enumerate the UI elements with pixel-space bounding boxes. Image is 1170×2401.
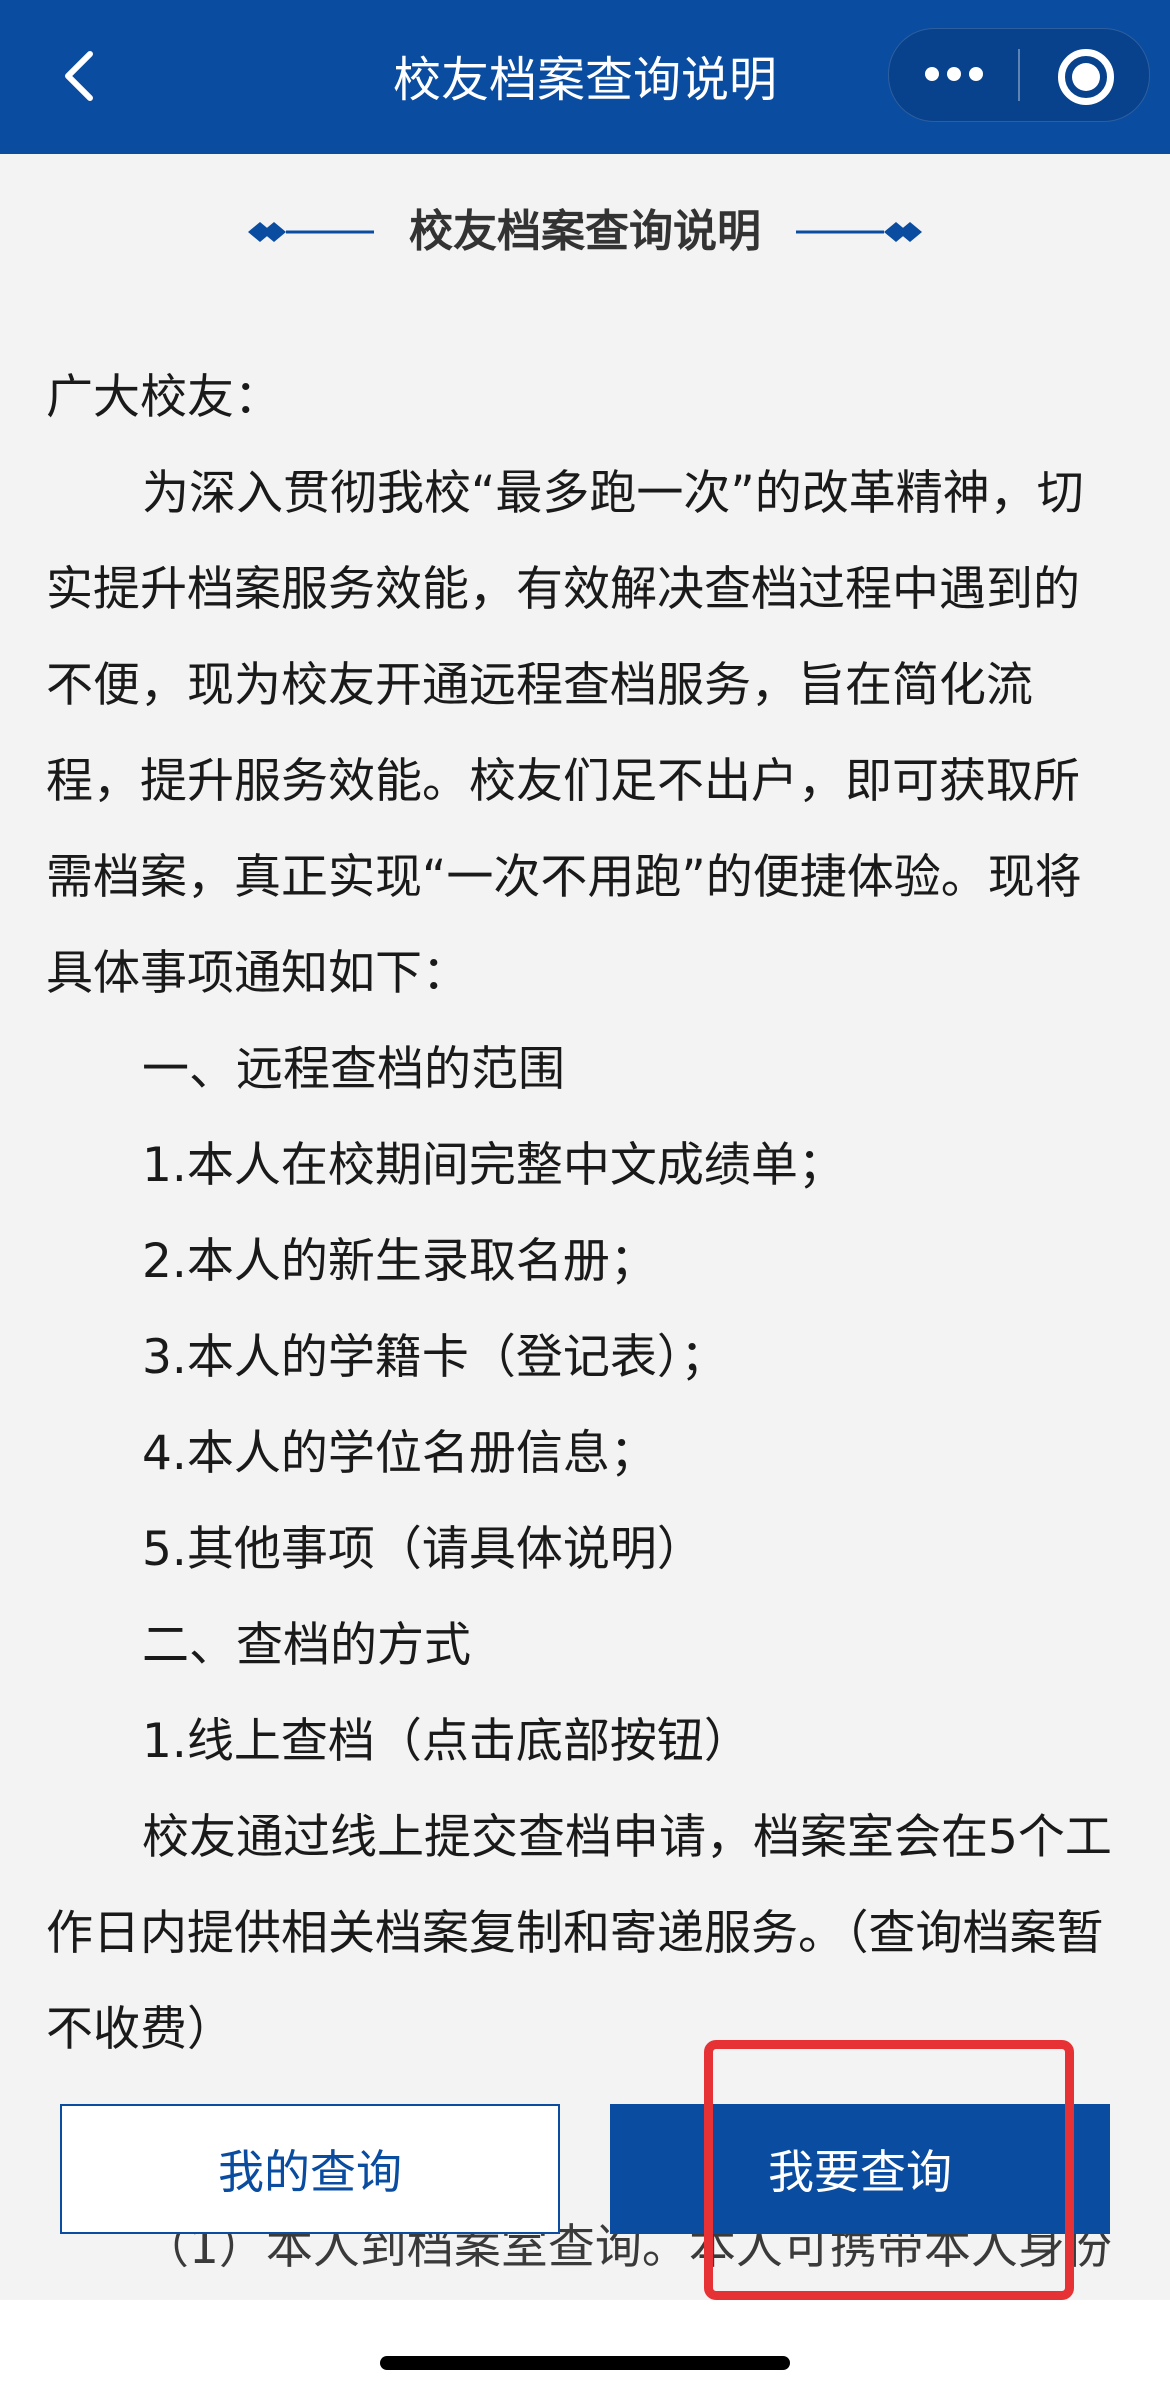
notice-content: 广大校友： 为深入贯彻我校“最多跑一次”的改革精神，切实提升档案服务效能，有效解… bbox=[46, 350, 1126, 2078]
list-item: 2.本人的新生录取名册； bbox=[142, 1234, 657, 1289]
more-dot bbox=[969, 67, 983, 81]
list-item: 5.其他事项（请具体说明） bbox=[142, 1522, 704, 1577]
record-close-core bbox=[1072, 63, 1100, 91]
red-highlight-box bbox=[704, 2040, 1074, 2300]
list-item: 3.本人的学籍卡（登记表）； bbox=[142, 1330, 728, 1385]
bottom-safe-area bbox=[0, 2300, 1170, 2401]
diamond-decoration-right-icon bbox=[796, 222, 922, 242]
my-query-button[interactable]: 我的查询 bbox=[60, 2104, 560, 2234]
method-1-title: 1.线上查档（点击底部按钮） bbox=[142, 1714, 751, 1769]
close-button[interactable] bbox=[1020, 29, 1149, 121]
more-button[interactable] bbox=[889, 29, 1018, 121]
section-2-title: 二、查档的方式 bbox=[142, 1618, 471, 1673]
top-nav-bar: 校友档案查询说明 bbox=[0, 0, 1170, 154]
greeting: 广大校友： bbox=[46, 370, 281, 425]
more-dots-icon bbox=[925, 67, 939, 81]
method-1-description: 校友通过线上提交查档申请，档案室会在5个工作日内提供相关档案复制和寄递服务。（查… bbox=[46, 1810, 1112, 2057]
more-dot bbox=[947, 67, 961, 81]
section-1-title: 一、远程查档的范围 bbox=[142, 1042, 565, 1097]
mini-program-capsule bbox=[888, 28, 1150, 122]
section-heading-text: 校友档案查询说明 bbox=[409, 206, 761, 257]
intro-paragraph: 为深入贯彻我校“最多跑一次”的改革精神，切实提升档案服务效能，有效解决查档过程中… bbox=[46, 466, 1084, 1001]
section-heading: 校友档案查询说明 bbox=[0, 200, 1170, 264]
list-item: 1.本人在校期间完整中文成绩单； bbox=[142, 1138, 845, 1193]
home-indicator bbox=[380, 2356, 790, 2370]
list-item: 4.本人的学位名册信息； bbox=[142, 1426, 657, 1481]
